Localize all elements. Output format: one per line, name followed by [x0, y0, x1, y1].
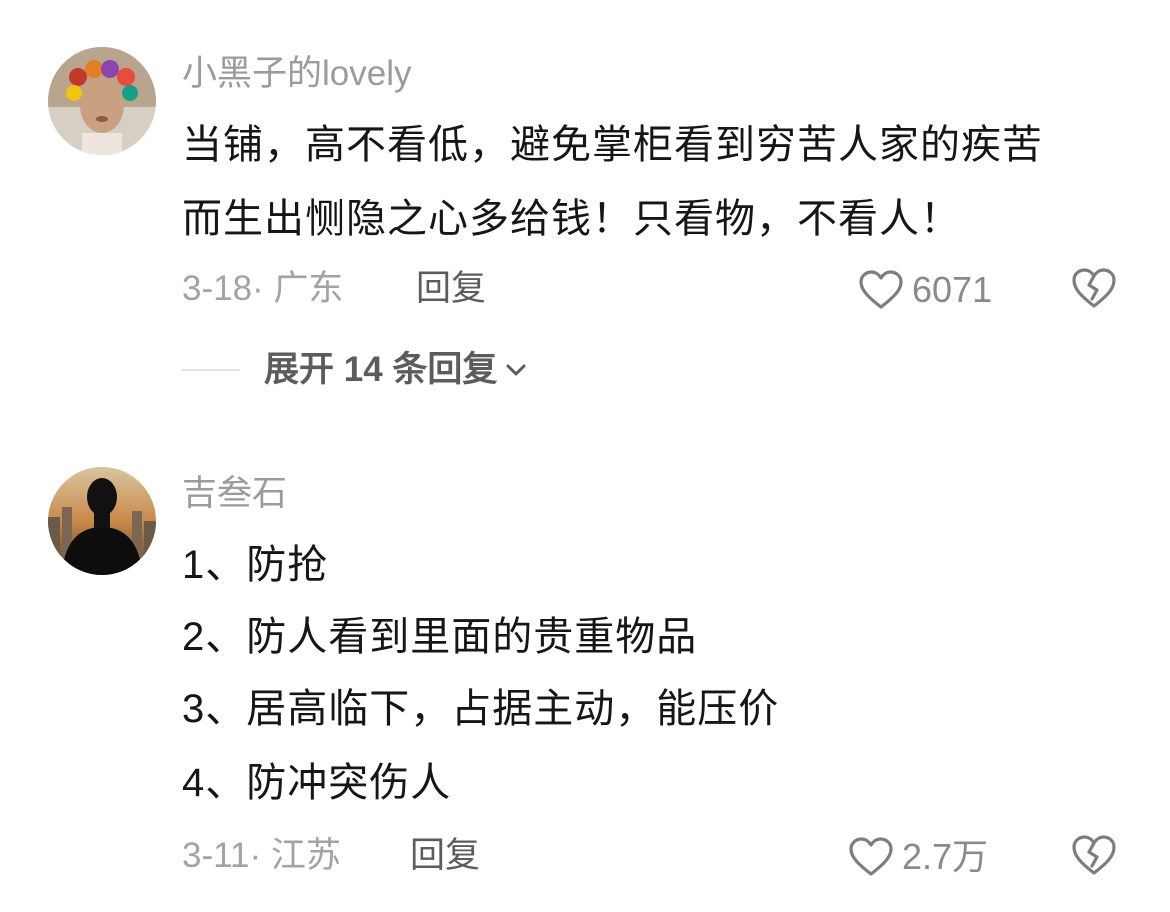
comment-text-line: 4、防冲突伤人 [182, 761, 452, 805]
like-button[interactable]: 2.7万 [848, 836, 988, 878]
avatar[interactable] [48, 467, 156, 575]
reply-button[interactable]: 回复 [410, 836, 480, 876]
heart-outline-icon [849, 837, 893, 876]
comment-text-line: 1、防抢 [182, 543, 329, 587]
broken-heart-icon [1072, 835, 1116, 875]
comment-text-line: 3、居高临下，占据主动，能压价 [182, 687, 780, 731]
avatar-image [48, 467, 156, 575]
comment-text-line: 2、防人看到里面的贵重物品 [182, 615, 698, 659]
dislike-button[interactable] [1070, 833, 1118, 877]
date-location: 3-11· 江苏 [182, 836, 341, 875]
like-count: 2.7万 [902, 836, 989, 877]
comment-item: 吉叁石 1、防抢 2、防人看到里面的贵重物品 3、居高临下，占据主动，能压价 4… [0, 0, 1170, 912]
username[interactable]: 吉叁石 [182, 474, 287, 514]
